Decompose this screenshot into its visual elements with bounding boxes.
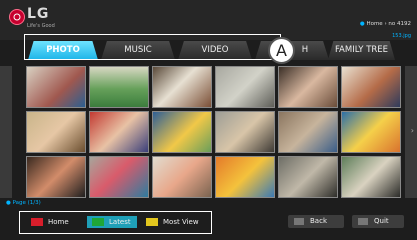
photo-grid xyxy=(26,66,401,198)
breadcrumb-path: Home › no 4192 xyxy=(366,21,411,27)
tab-callout-box xyxy=(24,34,281,60)
quit-button[interactable]: Quit xyxy=(352,215,404,228)
yellow-key-icon xyxy=(146,218,158,226)
page-label: Page (1/3) xyxy=(12,200,41,206)
latest-label: Latest xyxy=(109,218,131,226)
green-key-icon xyxy=(92,218,104,226)
red-key-icon xyxy=(31,218,43,226)
photo-thumbnail[interactable] xyxy=(215,66,275,108)
lg-tv-photo-browser: LG Life's Good ● Home › no 4192 153.jpg … xyxy=(0,0,417,240)
photo-thumbnail[interactable] xyxy=(152,66,212,108)
photo-thumbnail[interactable] xyxy=(26,111,86,153)
back-button[interactable]: Back xyxy=(288,215,344,228)
photo-thumbnail[interactable] xyxy=(26,66,86,108)
photo-thumbnail[interactable] xyxy=(278,111,338,153)
photo-thumbnail[interactable] xyxy=(89,111,149,153)
photo-thumbnail[interactable] xyxy=(341,66,401,108)
photo-thumbnail[interactable] xyxy=(341,156,401,198)
photo-thumbnail[interactable] xyxy=(215,111,275,153)
photo-thumbnail[interactable] xyxy=(278,156,338,198)
pagination-indicator: ● Page (1/3) xyxy=(6,200,41,206)
photo-thumbnail[interactable] xyxy=(152,111,212,153)
photo-thumbnail[interactable] xyxy=(341,111,401,153)
breadcrumb: ● Home › no 4192 xyxy=(360,21,411,27)
back-label: Back xyxy=(310,217,327,225)
tab-family-tree[interactable]: FAMILY TREE xyxy=(328,41,395,60)
callout-marker: A xyxy=(268,37,295,64)
tab-h-label: H xyxy=(301,45,309,55)
current-file: 153.jpg xyxy=(392,33,411,39)
back-key-icon xyxy=(294,217,304,225)
photo-thumbnail[interactable] xyxy=(215,156,275,198)
photo-thumbnail[interactable] xyxy=(89,156,149,198)
quit-key-icon xyxy=(358,217,368,225)
arrow-right-icon[interactable]: › xyxy=(411,126,414,135)
breadcrumb-dot-icon: ● xyxy=(359,21,365,27)
left-scroll-strip[interactable] xyxy=(0,66,12,198)
most-view-button[interactable]: Most View xyxy=(146,216,199,228)
quit-label: Quit xyxy=(374,217,389,225)
photo-thumbnail[interactable] xyxy=(152,156,212,198)
photo-thumbnail[interactable] xyxy=(89,66,149,108)
photo-thumbnail[interactable] xyxy=(278,66,338,108)
latest-button[interactable]: Latest xyxy=(92,216,131,228)
brand-tagline: Life's Good xyxy=(27,23,55,29)
photo-thumbnail[interactable] xyxy=(26,156,86,198)
page-dot-icon: ● xyxy=(6,200,11,206)
most-view-label: Most View xyxy=(163,218,199,226)
brand-name: LG xyxy=(27,6,50,22)
lg-logo-icon xyxy=(9,9,25,25)
home-button[interactable]: Home xyxy=(31,216,69,228)
home-label: Home xyxy=(48,218,69,226)
